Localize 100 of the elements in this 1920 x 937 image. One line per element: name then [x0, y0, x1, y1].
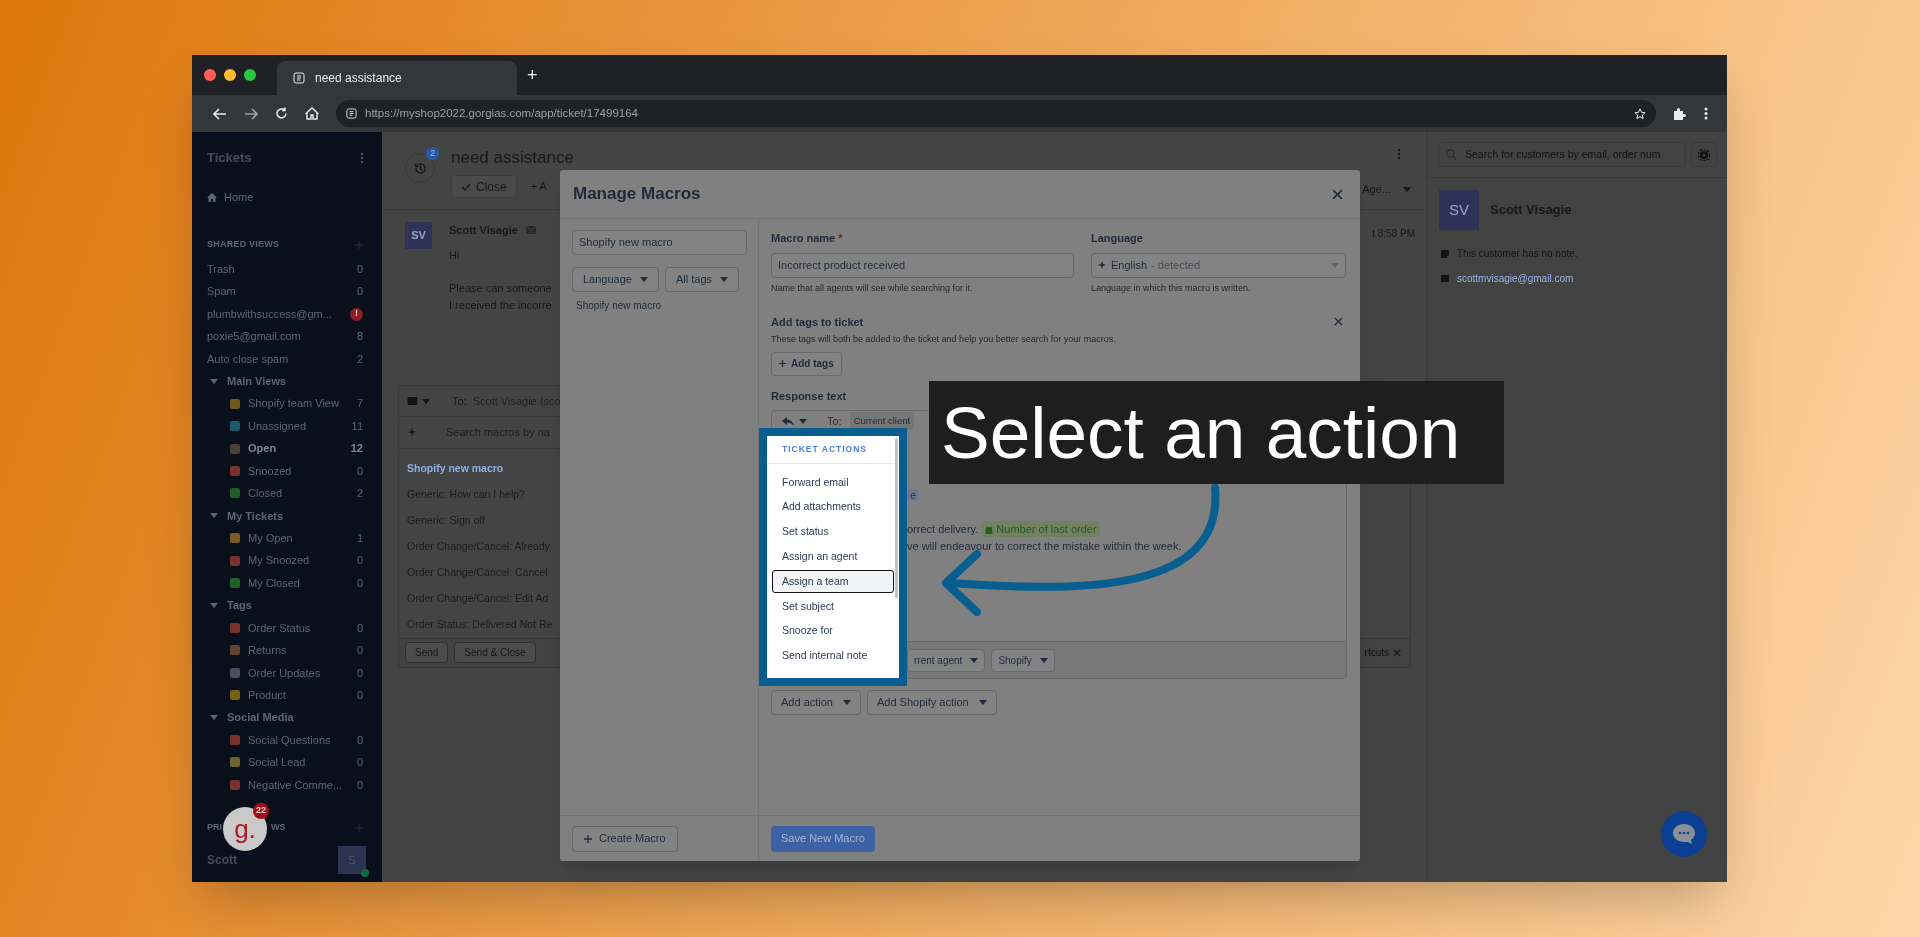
sidebar-item[interactable]: Trash 0 — [192, 258, 382, 281]
browser-tab[interactable]: need assistance — [277, 61, 517, 95]
sidebar-item[interactable]: Returns 0 — [192, 639, 382, 662]
home-icon[interactable] — [305, 107, 319, 120]
sidebar-item[interactable]: Unassigned 11 — [192, 414, 382, 438]
sidebar-item[interactable]: Open 12 — [192, 437, 382, 460]
caret-icon — [799, 418, 807, 424]
add-action-button[interactable]: Add Shopify action — [867, 690, 997, 715]
customer-avatar: SV — [405, 222, 432, 249]
menu-item[interactable]: Send internal note — [772, 644, 894, 668]
sidebar-item[interactable]: Shopify team View 7 — [192, 392, 382, 415]
forward-icon[interactable] — [244, 107, 258, 120]
section-hint: These tags will both be added to the ticket and help you better search for your macros. — [771, 333, 1117, 346]
more-icon[interactable] — [360, 152, 364, 164]
view-count: 0 — [356, 284, 363, 300]
caret-icon — [843, 700, 851, 705]
sidebar-group[interactable]: Tags — [227, 597, 252, 614]
sidebar-item[interactable]: Spam 0 — [192, 280, 382, 303]
language-select[interactable]: English - detected — [1091, 253, 1346, 278]
menu-item[interactable]: Snooze for — [772, 619, 894, 643]
maximize-window-icon[interactable] — [244, 69, 256, 81]
sidebar-item[interactable]: Closed 2 — [192, 482, 382, 505]
save-macro-button[interactable]: Save New Macro — [771, 825, 875, 852]
sidebar-group[interactable]: Social Media — [227, 709, 294, 726]
page-icon — [293, 72, 305, 84]
macro-name-field[interactable]: Incorrect product received — [771, 253, 1074, 278]
sidebar-item[interactable]: My Closed 0 — [192, 571, 382, 595]
section-label: PRI — [207, 821, 222, 835]
sidebar-item[interactable]: My Snoozed 0 — [192, 549, 382, 572]
caret-icon[interactable] — [210, 603, 218, 609]
new-tab-button[interactable]: + — [527, 66, 538, 84]
menu-item[interactable]: Forward email — [772, 471, 894, 494]
alert-badge: ! — [350, 307, 363, 321]
variable-dropdown[interactable]: rrent agent — [907, 648, 986, 672]
history-icon — [413, 161, 427, 175]
back-icon[interactable] — [213, 107, 227, 120]
menu-item[interactable]: Set subject — [772, 595, 894, 618]
plus-icon — [779, 360, 786, 367]
section-title: Response text — [771, 388, 848, 404]
plus-icon — [584, 834, 592, 843]
close-icon[interactable] — [1334, 317, 1343, 327]
caret-icon — [970, 657, 979, 663]
minimize-window-icon[interactable] — [224, 69, 236, 81]
sidebar-item[interactable]: Negative Comme... 0 — [192, 773, 382, 797]
menu-icon[interactable] — [1704, 107, 1708, 120]
add-tags-button[interactable]: Add tags — [771, 351, 842, 376]
field-label: Language — [1091, 231, 1144, 245]
field-label: Macro name * — [771, 231, 844, 245]
macro-search-field[interactable]: Shopify new macro — [572, 230, 747, 255]
sidebar-item[interactable]: Snoozed 0 — [192, 459, 382, 483]
caret-icon — [978, 700, 987, 705]
dialog-title: Manage Macros — [573, 183, 701, 206]
chat-bubble-icon — [1672, 823, 1696, 845]
menu-item[interactable]: Assign an agent — [772, 545, 894, 569]
star-icon[interactable] — [1634, 107, 1646, 120]
sidebar-item[interactable]: Order Status 0 — [192, 616, 382, 640]
menu-item[interactable]: Assign a team — [772, 570, 894, 594]
editor-text: ve will endeavour to correct the mistake within the week. — [906, 539, 1183, 554]
caret-icon — [639, 277, 648, 282]
create-macro-button[interactable]: Create Macro — [572, 825, 678, 852]
variable-dropdown[interactable]: Shopify — [991, 648, 1055, 672]
menu-item[interactable]: Set status — [772, 520, 894, 544]
field-hint: Language in which this macro is written. — [1091, 282, 1252, 295]
filter-dropdown[interactable]: Language — [572, 267, 659, 292]
sidebar-item[interactable]: Product 0 — [192, 684, 382, 707]
address-bar[interactable]: https://myshop2022.gorgias.com/app/ticket/17499164 — [336, 100, 1656, 127]
menu-item[interactable]: Add attachments — [772, 495, 894, 519]
sidebar-group[interactable]: Main Views — [227, 373, 287, 390]
add-action-button[interactable]: Add action — [771, 690, 861, 715]
caret-icon[interactable] — [210, 715, 218, 721]
sidebar-group[interactable]: My Tickets — [227, 507, 284, 525]
recipient-chip[interactable]: Current client — [849, 412, 915, 430]
caret-icon[interactable] — [210, 513, 218, 519]
home-icon — [207, 192, 217, 202]
sidebar-item[interactable]: Social Questions 0 — [192, 728, 382, 752]
customer-email[interactable]: scottmvisagie@gmail.com — [1457, 271, 1574, 286]
caret-icon[interactable] — [210, 378, 218, 384]
caret-icon — [720, 277, 729, 282]
close-window-icon[interactable] — [204, 69, 216, 81]
filter-dropdown[interactable]: All tags — [664, 267, 740, 292]
sidebar-item[interactable]: My Open 1 — [192, 527, 382, 550]
view-count: 8 — [356, 329, 363, 345]
puzzle-icon[interactable] — [1673, 106, 1687, 121]
sidebar-item[interactable]: plumbwithsuccess@gm... ! — [192, 302, 382, 326]
scrollbar[interactable] — [895, 438, 898, 598]
close-icon[interactable] — [1332, 188, 1343, 200]
lightning-icon — [409, 427, 415, 438]
check-icon — [461, 182, 471, 191]
sidebar-item[interactable]: Social Lead 0 — [192, 751, 382, 774]
notification-badge: 22 — [253, 803, 269, 819]
field-hint: Name that all agents will see while searching for it. — [771, 282, 974, 295]
reload-icon[interactable] — [275, 107, 288, 120]
macro-list-item[interactable]: Shopify new macro — [572, 298, 758, 313]
reply-icon[interactable] — [782, 416, 794, 426]
home-link[interactable]: Home — [192, 187, 382, 207]
sidebar-item[interactable]: Auto close spam 2 — [192, 347, 382, 371]
sidebar-item[interactable]: Order Updates 0 — [192, 661, 382, 684]
sidebar-item[interactable]: poxie5@gmail.com 8 — [192, 325, 382, 348]
variable-chip[interactable]: e — [907, 489, 920, 501]
variable-chip[interactable]: Number of last order — [982, 520, 1100, 538]
